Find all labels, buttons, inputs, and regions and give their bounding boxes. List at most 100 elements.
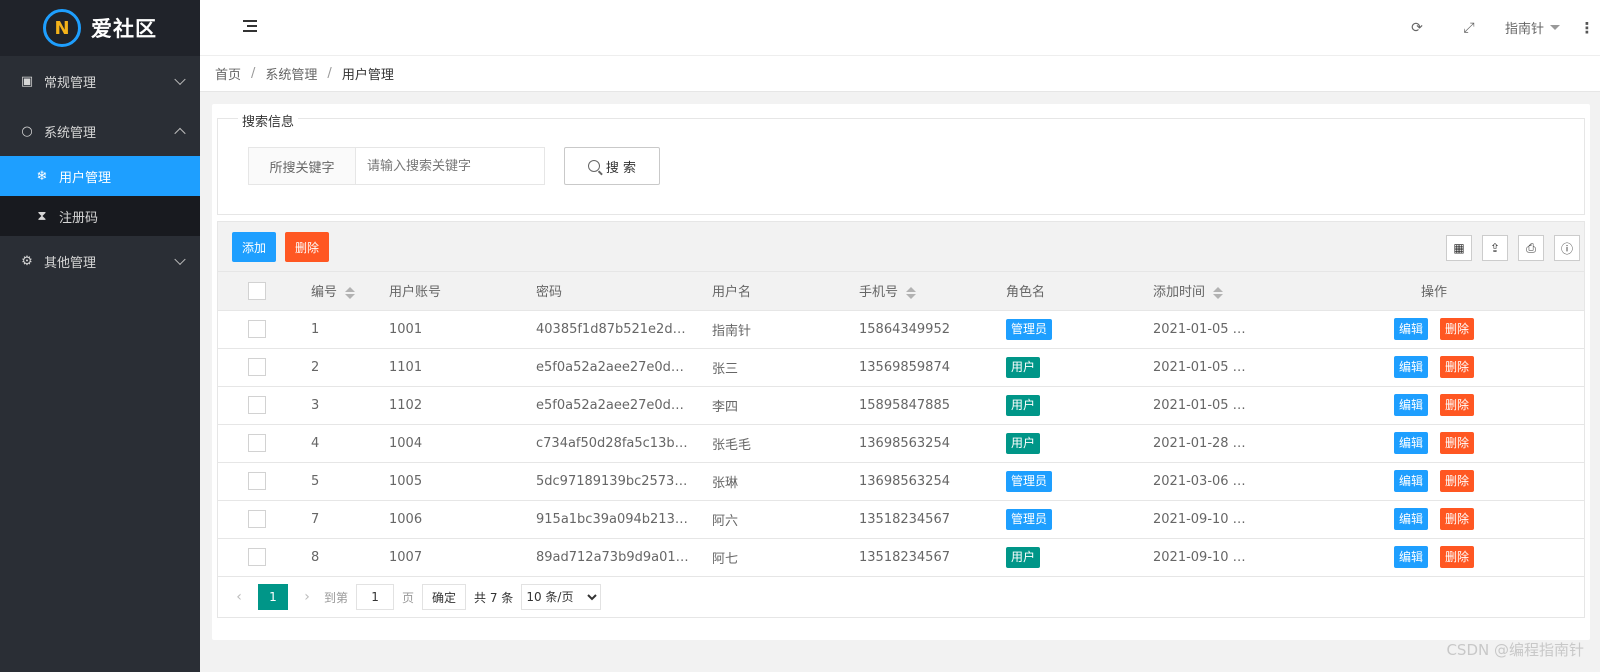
edit-button[interactable]: 编辑 <box>1393 432 1428 454</box>
edit-button[interactable]: 编辑 <box>1393 394 1428 416</box>
sidebar-group-other[interactable]: ⚙ 其他管理 <box>0 236 200 286</box>
search-label: 所搜关键字 <box>249 148 356 184</box>
delete-button[interactable]: 删除 <box>1440 546 1475 568</box>
snowflake-icon: ❄ <box>36 168 48 184</box>
user-table: 添加 删除 ▦ ⇪ ⎙ ⓘ 编号 用户账号 密码 用户名 手机号 角色名 添加时… <box>217 221 1585 618</box>
cell-account: 1006 <box>373 500 520 539</box>
prev-page-icon[interactable]: ‹ <box>230 589 248 605</box>
cell-created: 2021-01-28 … <box>1137 424 1284 463</box>
breadcrumb-current: 用户管理 <box>341 68 394 83</box>
column-header: 操作 <box>1420 285 1447 301</box>
cell-username: 李四 <box>696 386 843 425</box>
contact-card-icon: ▣ <box>20 73 34 89</box>
app-title: 爱社区 <box>91 17 157 41</box>
row-checkbox[interactable] <box>248 434 266 452</box>
edit-button[interactable]: 编辑 <box>1393 470 1428 492</box>
cell-password: 915a1bc39a094b213… <box>520 500 696 539</box>
cell-created: 2021-01-05 … <box>1137 310 1284 349</box>
role-badge: 用户 <box>1006 394 1041 416</box>
delete-button[interactable]: 删除 <box>1440 318 1475 340</box>
table-row: 5 1005 5dc97189139bc2573… 张琳 13698563254 管理员 2… <box>218 462 1584 501</box>
search-button-label: 搜 索 <box>605 160 637 176</box>
cell-created: 2021-01-05 … <box>1137 348 1284 387</box>
select-all-checkbox[interactable] <box>248 281 266 300</box>
row-checkbox[interactable] <box>248 358 266 376</box>
search-legend: 搜索信息 <box>238 111 299 130</box>
sidebar-submenu: ❄ 用户管理 ⧗ 注册码 <box>0 156 200 236</box>
sidebar-group-system[interactable]: ○ 系统管理 <box>0 106 200 156</box>
breadcrumb-system[interactable]: 系统管理 <box>265 64 317 83</box>
search-group: 所搜关键字 <box>248 147 545 185</box>
fullscreen-icon[interactable]: ⤢ <box>1443 20 1495 36</box>
top-header: ⟳ ⤢ 指南针 ⋮ <box>200 0 1600 55</box>
delete-button[interactable]: 删除 <box>1440 432 1475 454</box>
cell-account: 1005 <box>373 462 520 501</box>
sidebar-item-user-management[interactable]: ❄ 用户管理 <box>0 156 200 196</box>
sidebar-group-general[interactable]: ▣ 常规管理 <box>0 56 200 106</box>
sort-icon[interactable] <box>906 286 917 299</box>
cell-phone: 13569859874 <box>843 348 990 387</box>
cell-created: 2021-03-06 … <box>1137 462 1284 501</box>
menu-toggle-icon[interactable] <box>243 20 257 32</box>
edit-button[interactable]: 编辑 <box>1393 318 1428 340</box>
role-badge: 管理员 <box>1006 470 1053 492</box>
edit-button[interactable]: 编辑 <box>1393 546 1428 568</box>
row-checkbox[interactable] <box>248 548 266 566</box>
edit-button[interactable]: 编辑 <box>1393 356 1428 378</box>
cell-id: 3 <box>295 386 373 425</box>
cell-id: 1 <box>295 310 373 349</box>
cell-username: 张琳 <box>696 462 843 501</box>
table-row: 2 1101 e5f0a52a2aee27e0d… 张三 13569859874 用户 20… <box>218 348 1584 387</box>
cell-password: 40385f1d87b521e2d… <box>520 310 696 349</box>
columns-filter-icon[interactable]: ▦ <box>1446 235 1472 261</box>
cell-account: 1102 <box>373 386 520 425</box>
user-menu[interactable]: 指南针 <box>1495 18 1574 37</box>
sidebar-item-label: 注册码 <box>59 210 99 226</box>
row-checkbox[interactable] <box>248 472 266 490</box>
more-vertical-icon[interactable]: ⋮ <box>1574 19 1600 37</box>
export-icon[interactable]: ⇪ <box>1482 235 1508 261</box>
logo[interactable]: N 爱社区 <box>0 0 200 56</box>
sort-icon[interactable] <box>345 286 356 299</box>
delete-button[interactable]: 删除 <box>1440 508 1475 530</box>
chat-bubble-icon: ○ <box>21 123 33 139</box>
search-button[interactable]: 搜 索 <box>564 147 660 185</box>
sort-icon[interactable] <box>1213 286 1224 299</box>
table-tools: ▦ ⇪ ⎙ ⓘ <box>1446 235 1580 261</box>
delete-button[interactable]: 删除 <box>1440 356 1475 378</box>
row-checkbox[interactable] <box>248 320 266 338</box>
info-icon[interactable]: ⓘ <box>1554 235 1580 261</box>
cell-actions: 编辑 删除 <box>1284 462 1584 501</box>
cell-phone: 15864349952 <box>843 310 990 349</box>
sidebar-group-label: 其他管理 <box>44 255 97 271</box>
cell-password: e5f0a52a2aee27e0d… <box>520 348 696 387</box>
user-name: 指南针 <box>1504 22 1544 37</box>
search-input[interactable] <box>356 148 544 184</box>
table-toolbar: 添加 删除 ▦ ⇪ ⎙ ⓘ <box>218 222 1584 272</box>
gear-icon: ⚙ <box>21 253 33 269</box>
batch-delete-button[interactable]: 删除 <box>285 232 330 262</box>
print-icon[interactable]: ⎙ <box>1518 235 1544 261</box>
page-number-input[interactable] <box>356 584 395 610</box>
breadcrumb-home[interactable]: 首页 <box>215 64 241 83</box>
edit-button[interactable]: 编辑 <box>1393 508 1428 530</box>
refresh-icon[interactable]: ⟳ <box>1391 20 1443 36</box>
sidebar-item-label: 用户管理 <box>59 170 112 186</box>
cell-username: 张三 <box>696 348 843 387</box>
page-size-select[interactable]: 10 条/页 <box>521 584 602 610</box>
current-page[interactable]: 1 <box>258 584 288 610</box>
column-header: 密码 <box>536 285 563 301</box>
delete-button[interactable]: 删除 <box>1440 470 1475 492</box>
column-header: 添加时间 <box>1153 285 1206 301</box>
table-row: 3 1102 e5f0a52a2aee27e0d… 李四 15895847885 用户 20… <box>218 386 1584 425</box>
row-checkbox[interactable] <box>248 396 266 414</box>
sidebar-item-registration-code[interactable]: ⧗ 注册码 <box>0 196 200 236</box>
row-checkbox[interactable] <box>248 510 266 528</box>
add-button[interactable]: 添加 <box>232 232 277 262</box>
goto-confirm-button[interactable]: 确定 <box>422 584 467 610</box>
cell-phone: 13518234567 <box>843 538 990 577</box>
delete-button[interactable]: 删除 <box>1440 394 1475 416</box>
next-page-icon[interactable]: › <box>298 589 316 605</box>
chevron-down-icon <box>174 73 186 86</box>
table-row: 8 1007 89ad712a73b9d9a01… 阿七 13518234567 用户 20… <box>218 538 1584 577</box>
